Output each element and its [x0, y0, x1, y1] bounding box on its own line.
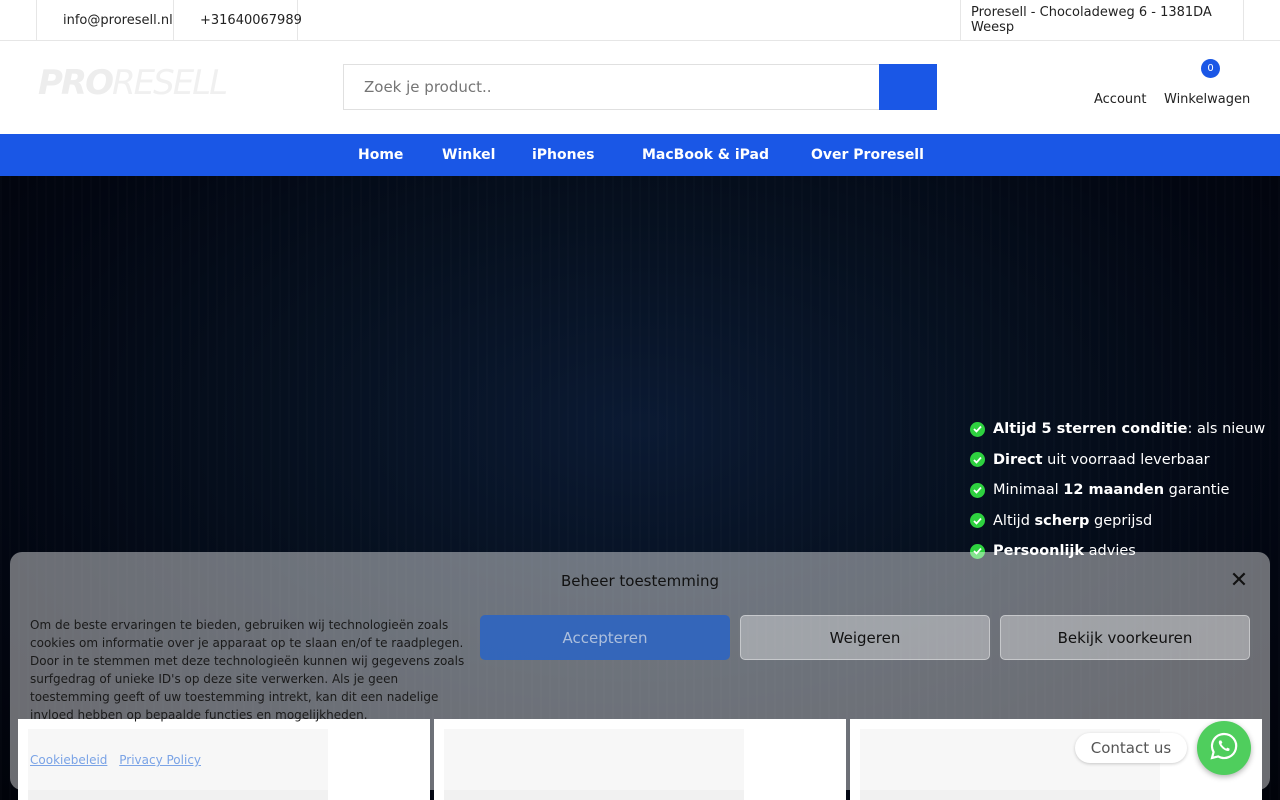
cookie-policy-link[interactable]: Cookiebeleid [30, 753, 107, 767]
top-bar: info@proresell.nl +31640067989 Proresell… [0, 0, 1280, 41]
feature-text: Direct uit voorraad leverbaar [993, 451, 1210, 468]
logo-rest-text: RESELL [112, 63, 228, 103]
accept-button[interactable]: Accepteren [480, 615, 730, 660]
feature-item: Altijd scherp geprijsd [970, 506, 1265, 537]
email-link[interactable]: info@proresell.nl [36, 0, 174, 40]
check-icon [970, 513, 985, 529]
consent-description: Om de beste ervaringen te bieden, gebrui… [30, 618, 465, 722]
feature-list: Altijd 5 sterren conditie: als nieuw Dir… [970, 414, 1265, 567]
nav-item-winkel[interactable]: Winkel [442, 134, 495, 176]
nav-item-macbook-ipad[interactable]: MacBook & iPad [642, 134, 769, 176]
account-link[interactable]: Account [1094, 92, 1147, 107]
feature-item: Direct uit voorraad leverbaar [970, 445, 1265, 476]
whatsapp-button[interactable] [1197, 721, 1251, 775]
nav-item-over-proresell[interactable]: Over Proresell [811, 134, 924, 176]
feature-text: Altijd scherp geprijsd [993, 512, 1153, 529]
check-icon [970, 421, 985, 437]
cart-count-badge: 0 [1201, 59, 1220, 78]
whatsapp-icon [1209, 731, 1239, 765]
view-preferences-button[interactable]: Bekijk voorkeuren [1000, 615, 1250, 660]
contact-us-label[interactable]: Contact us [1075, 733, 1187, 763]
cart-link[interactable]: Winkelwagen [1164, 92, 1250, 107]
nav-item-home[interactable]: Home [358, 134, 403, 176]
site-header: PRORESELL 0 Account Winkelwagen [0, 41, 1280, 134]
check-icon [970, 452, 985, 468]
feature-text: Altijd 5 sterren conditie: als nieuw [993, 421, 1266, 438]
consent-links: Cookiebeleid Privacy Policy [30, 753, 209, 767]
consent-title: Beheer toestemming [560, 572, 720, 590]
check-icon [970, 482, 985, 498]
nav-item-iphones[interactable]: iPhones [532, 134, 594, 176]
search-input[interactable] [343, 64, 880, 110]
close-icon[interactable]: ✕ [1228, 570, 1250, 592]
deny-button[interactable]: Weigeren [740, 615, 990, 660]
main-nav: Home Winkel iPhones MacBook & iPad Over … [0, 134, 1280, 176]
privacy-policy-link[interactable]: Privacy Policy [119, 753, 201, 767]
feature-item: Altijd 5 sterren conditie: als nieuw [970, 414, 1265, 445]
store-address: Proresell - Chocoladeweg 6 - 1381DA Wees… [960, 0, 1244, 40]
search-button[interactable] [879, 64, 937, 110]
site-logo[interactable]: PRORESELL [38, 63, 228, 103]
feature-item: Minimaal 12 maanden garantie [970, 475, 1265, 506]
logo-bold-text: PRO [38, 63, 114, 103]
phone-link[interactable]: +31640067989 [173, 0, 302, 40]
feature-text: Minimaal 12 maanden garantie [993, 482, 1230, 499]
